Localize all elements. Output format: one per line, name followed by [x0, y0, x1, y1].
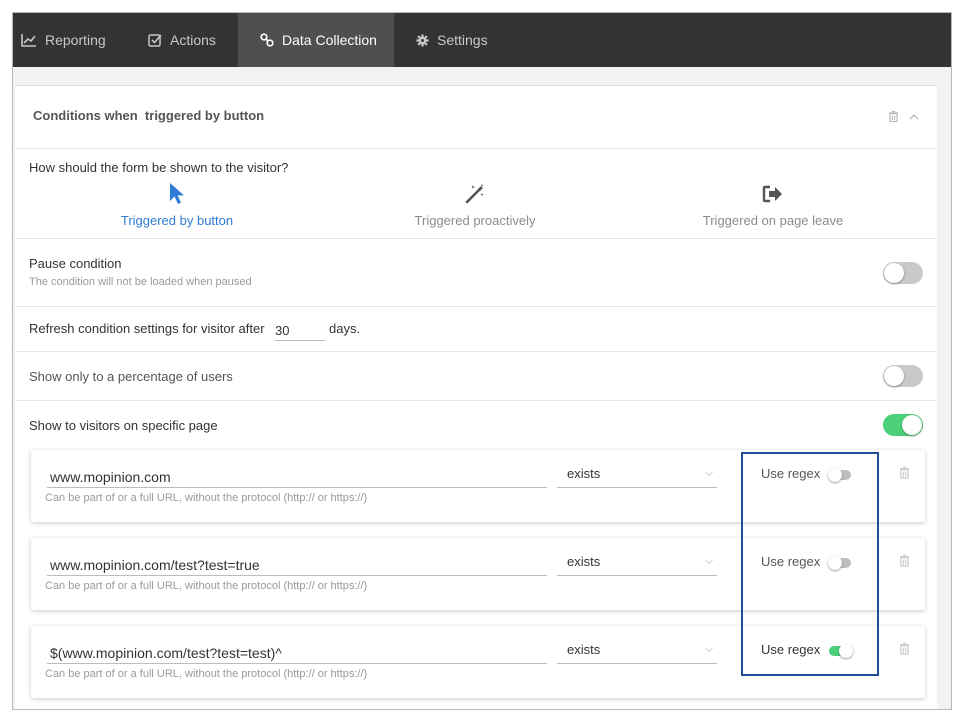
trigger-option-button[interactable]: Triggered by button [77, 179, 277, 228]
trash-icon[interactable] [899, 642, 910, 655]
regex-toggle[interactable] [828, 556, 851, 570]
percentage-row: Show only to a percentage of users [15, 352, 937, 401]
link-icon [260, 33, 274, 47]
top-navigation: Reporting Actions Data Collection Settin… [13, 13, 951, 67]
url-hint: Can be part of or a full URL, without th… [45, 668, 368, 680]
scrollbar-track[interactable] [937, 67, 951, 709]
cursor-pointer-icon [170, 183, 184, 204]
url-rule-card: Can be part of or a full URL, without th… [31, 450, 925, 522]
specific-page-label: Show to visitors on specific page [29, 418, 218, 433]
condition-panel: Conditions when triggered by button How … [15, 85, 937, 709]
url-hint: Can be part of or a full URL, without th… [45, 580, 368, 592]
trash-icon[interactable] [899, 554, 910, 567]
tab-label: Reporting [45, 32, 106, 48]
match-type-value: exists [567, 642, 601, 657]
url-input[interactable] [47, 466, 547, 488]
condition-header[interactable]: Conditions when triggered by button [15, 86, 937, 149]
url-rule-card: Can be part of or a full URL, without th… [31, 538, 925, 610]
regex-label: Use regex [761, 554, 821, 569]
percentage-toggle[interactable] [883, 365, 923, 387]
sign-out-icon [762, 185, 782, 203]
trash-icon[interactable] [899, 466, 910, 479]
refresh-suffix: days. [329, 321, 361, 336]
tab-data-collection[interactable]: Data Collection [238, 13, 394, 67]
specific-page-toggle[interactable] [883, 414, 923, 436]
tab-label: Data Collection [282, 32, 377, 48]
chevron-up-icon[interactable] [909, 113, 919, 120]
pause-condition-title: Pause condition [29, 256, 122, 271]
url-hint: Can be part of or a full URL, without th… [45, 492, 368, 504]
refresh-row: Refresh condition settings for visitor a… [15, 307, 937, 352]
chevron-down-icon: ⌵ [705, 644, 713, 655]
magic-wand-icon [465, 184, 484, 204]
trigger-option-label: Triggered by button [120, 213, 234, 228]
regex-label: Use regex [761, 642, 821, 657]
specific-page-row: Show to visitors on specific page [15, 401, 937, 451]
condition-title: Conditions when triggered by button [33, 108, 265, 123]
pause-condition-subtitle: The condition will not be loaded when pa… [29, 276, 252, 288]
pause-condition-row: Pause condition The condition will not b… [15, 239, 937, 307]
checkbox-icon [148, 34, 162, 47]
app-window: Reporting Actions Data Collection Settin… [12, 12, 952, 710]
url-input[interactable] [47, 554, 547, 576]
trigger-option-label: Triggered on page leave [702, 213, 844, 228]
chart-line-icon [21, 34, 36, 47]
regex-toggle[interactable] [829, 644, 853, 658]
trigger-question: How should the form be shown to the visi… [29, 160, 289, 175]
url-input[interactable] [47, 642, 547, 664]
tab-label: Actions [170, 32, 216, 48]
match-type-select[interactable]: exists ⌵ [557, 554, 717, 576]
url-rule-card: Can be part of or a full URL, without th… [31, 626, 925, 698]
chevron-down-icon: ⌵ [705, 468, 713, 479]
trigger-option-page-leave[interactable]: Triggered on page leave [673, 179, 873, 228]
match-type-value: exists [567, 554, 601, 569]
chevron-down-icon: ⌵ [705, 556, 713, 567]
tab-actions[interactable]: Actions [120, 13, 238, 67]
trigger-option-label: Triggered proactively [414, 213, 536, 228]
refresh-prefix: Refresh condition settings for visitor a… [29, 321, 265, 336]
trash-icon[interactable] [888, 110, 899, 122]
tab-settings[interactable]: Settings [394, 13, 514, 67]
pause-condition-toggle[interactable] [883, 262, 923, 284]
regex-toggle[interactable] [828, 468, 851, 482]
percentage-label: Show only to a percentage of users [29, 369, 233, 384]
match-type-value: exists [567, 466, 601, 481]
tab-reporting[interactable]: Reporting [13, 13, 120, 67]
match-type-select[interactable]: exists ⌵ [557, 466, 717, 488]
regex-label: Use regex [761, 466, 821, 481]
match-type-select[interactable]: exists ⌵ [557, 642, 717, 664]
trigger-selector: How should the form be shown to the visi… [15, 149, 937, 239]
trigger-option-proactive[interactable]: Triggered proactively [375, 179, 575, 228]
refresh-days-input[interactable] [275, 321, 325, 341]
tab-label: Settings [437, 32, 488, 48]
gear-icon [416, 33, 429, 47]
